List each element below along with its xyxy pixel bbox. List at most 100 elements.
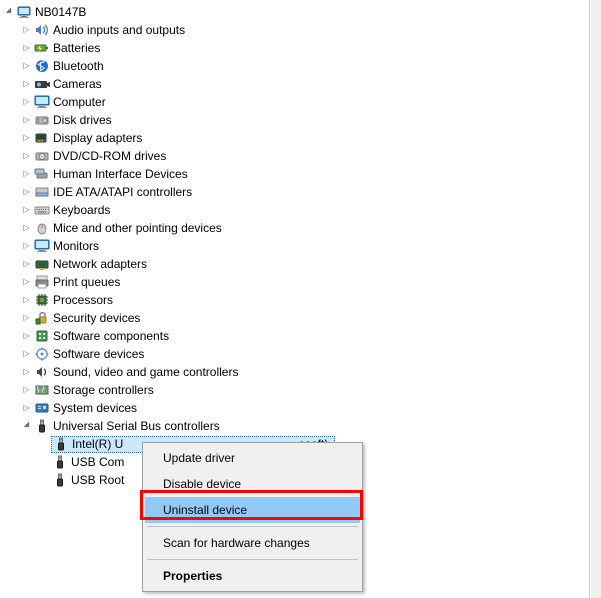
menu-update-driver[interactable]: Update driver — [145, 445, 360, 471]
category-label: Processors — [51, 291, 113, 309]
device-categories: Audio inputs and outputsBatteriesBluetoo… — [2, 21, 587, 417]
usb-icon — [51, 454, 69, 470]
tree-item[interactable]: Computer — [2, 93, 587, 111]
chevron-collapsed-icon[interactable] — [20, 240, 33, 253]
chevron-collapsed-icon[interactable] — [20, 168, 33, 181]
chevron-expanded-icon[interactable] — [20, 420, 33, 433]
chevron-collapsed-icon[interactable] — [20, 150, 33, 163]
chevron-collapsed-icon[interactable] — [20, 384, 33, 397]
tree-item[interactable]: Cameras — [2, 75, 587, 93]
category-label: Monitors — [51, 237, 99, 255]
category-label: Cameras — [51, 75, 102, 93]
chevron-collapsed-icon[interactable] — [20, 348, 33, 361]
keyboard-icon — [33, 202, 51, 218]
tree-root[interactable]: NB0147B — [2, 3, 587, 21]
camera-icon — [33, 76, 51, 92]
chevron-collapsed-icon[interactable] — [20, 24, 33, 37]
chevron-collapsed-icon[interactable] — [20, 132, 33, 145]
sound-icon — [33, 364, 51, 380]
tree-item[interactable]: Bluetooth — [2, 57, 587, 75]
category-label: Sound, video and game controllers — [51, 363, 238, 381]
tree-item-usb[interactable]: Universal Serial Bus controllers — [2, 417, 587, 435]
usb-icon — [52, 436, 70, 452]
menu-separator — [147, 559, 358, 560]
category-label: Bluetooth — [51, 57, 104, 75]
storage-icon — [33, 382, 51, 398]
category-label: Batteries — [51, 39, 100, 57]
chevron-collapsed-icon[interactable] — [20, 60, 33, 73]
menu-properties[interactable]: Properties — [145, 563, 360, 589]
category-label: Security devices — [51, 309, 140, 327]
chevron-collapsed-icon[interactable] — [20, 402, 33, 415]
chevron-collapsed-icon[interactable] — [20, 222, 33, 235]
tree-item[interactable]: Display adapters — [2, 129, 587, 147]
menu-disable-device[interactable]: Disable device — [145, 471, 360, 497]
scrollbar[interactable] — [591, 0, 601, 598]
chevron-collapsed-icon[interactable] — [20, 114, 33, 127]
chevron-collapsed-icon[interactable] — [20, 78, 33, 91]
tree-item[interactable]: Disk drives — [2, 111, 587, 129]
category-label: Software devices — [51, 345, 144, 363]
category-label: Network adapters — [51, 255, 147, 273]
display-icon — [33, 130, 51, 146]
tree-item[interactable]: DVD/CD-ROM drives — [2, 147, 587, 165]
chevron-collapsed-icon[interactable] — [20, 204, 33, 217]
bluetooth-icon — [33, 58, 51, 74]
ide-icon — [33, 184, 51, 200]
category-label: Keyboards — [51, 201, 110, 219]
chevron-collapsed-icon[interactable] — [20, 276, 33, 289]
tree-item[interactable]: Software devices — [2, 345, 587, 363]
chevron-collapsed-icon[interactable] — [20, 186, 33, 199]
tree-item[interactable]: Software components — [2, 327, 587, 345]
tree-item[interactable]: System devices — [2, 399, 587, 417]
tree-item[interactable]: Human Interface Devices — [2, 165, 587, 183]
usb-category-label: Universal Serial Bus controllers — [51, 417, 220, 435]
chevron-collapsed-icon[interactable] — [20, 96, 33, 109]
chevron-expanded-icon[interactable] — [2, 6, 15, 19]
menu-scan-hardware[interactable]: Scan for hardware changes — [145, 530, 360, 556]
tree-item[interactable]: Batteries — [2, 39, 587, 57]
disk-icon — [33, 112, 51, 128]
category-label: System devices — [51, 399, 137, 417]
tree-item[interactable]: Storage controllers — [2, 381, 587, 399]
dvd-icon — [33, 148, 51, 164]
category-label: Audio inputs and outputs — [51, 21, 185, 39]
usb-device-label: Intel(R) U — [70, 435, 123, 453]
hid-icon — [33, 166, 51, 182]
tree-item[interactable]: Security devices — [2, 309, 587, 327]
printer-icon — [33, 274, 51, 290]
security-icon — [33, 310, 51, 326]
category-label: DVD/CD-ROM drives — [51, 147, 166, 165]
usb-icon — [51, 472, 69, 488]
software-icon — [33, 328, 51, 344]
category-label: Computer — [51, 93, 106, 111]
tree-item[interactable]: Sound, video and game controllers — [2, 363, 587, 381]
battery-icon — [33, 40, 51, 56]
menu-separator — [147, 526, 358, 527]
monitor-icon — [33, 238, 51, 254]
tree-item[interactable]: Audio inputs and outputs — [2, 21, 587, 39]
chevron-collapsed-icon[interactable] — [20, 42, 33, 55]
category-label: IDE ATA/ATAPI controllers — [51, 183, 192, 201]
tree-item[interactable]: Monitors — [2, 237, 587, 255]
computer-icon — [15, 4, 33, 20]
chevron-collapsed-icon[interactable] — [20, 312, 33, 325]
tree-item[interactable]: IDE ATA/ATAPI controllers — [2, 183, 587, 201]
usb-icon — [33, 418, 51, 434]
tree-item[interactable]: Keyboards — [2, 201, 587, 219]
tree-item[interactable]: Print queues — [2, 273, 587, 291]
category-label: Print queues — [51, 273, 120, 291]
chevron-collapsed-icon[interactable] — [20, 258, 33, 271]
tree-item[interactable]: Processors — [2, 291, 587, 309]
tree-item[interactable]: Mice and other pointing devices — [2, 219, 587, 237]
network-icon — [33, 256, 51, 272]
menu-uninstall-device[interactable]: Uninstall device — [145, 497, 360, 523]
chevron-collapsed-icon[interactable] — [20, 294, 33, 307]
category-label: Display adapters — [51, 129, 142, 147]
softdev-icon — [33, 346, 51, 362]
chevron-collapsed-icon[interactable] — [20, 330, 33, 343]
tree-item[interactable]: Network adapters — [2, 255, 587, 273]
computer-icon — [33, 94, 51, 110]
category-label: Human Interface Devices — [51, 165, 188, 183]
chevron-collapsed-icon[interactable] — [20, 366, 33, 379]
